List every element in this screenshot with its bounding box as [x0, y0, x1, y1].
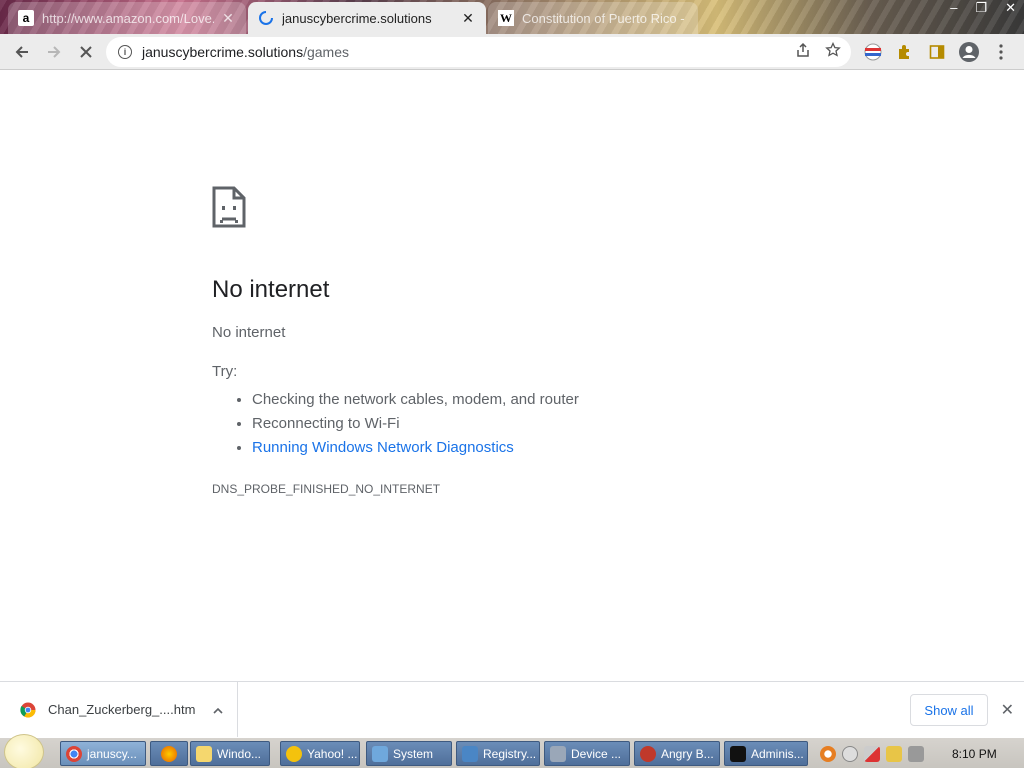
system-tray: 8:10 PM: [812, 740, 1024, 767]
close-tab-icon[interactable]: ✕: [460, 10, 476, 26]
volume-icon[interactable]: [908, 745, 924, 762]
network-diagnostics-link[interactable]: Running Windows Network Diagnostics: [252, 439, 514, 456]
clock[interactable]: 8:10 PM: [952, 747, 997, 761]
folder-icon: [196, 745, 212, 762]
angry-birds-icon: [640, 745, 656, 762]
network-disconnected-icon[interactable]: [864, 745, 880, 762]
minimize-icon[interactable]: –: [950, 0, 957, 16]
amazon-icon: a: [18, 10, 34, 26]
tab-title: http://www.amazon.com/Love...: [42, 10, 214, 26]
url-path: /games: [303, 44, 349, 60]
loading-spinner-icon: [258, 10, 274, 26]
download-item[interactable]: Chan_Zuckerberg_....htm: [0, 681, 238, 738]
task-yahoo[interactable]: Yahoo! ...: [280, 741, 360, 766]
show-all-button[interactable]: Show all: [910, 694, 988, 726]
error-subtitle: No internet: [212, 324, 286, 341]
error-panel: No internet No internet Try: Checking th…: [212, 186, 712, 496]
task-label: Yahoo! ...: [307, 746, 358, 761]
task-label: januscy...: [87, 746, 137, 761]
system-icon: [372, 745, 388, 762]
url-host: januscybercrime.solutions: [142, 44, 304, 60]
command-prompt-icon: [730, 745, 746, 762]
task-system[interactable]: System: [366, 741, 452, 766]
tab-wikipedia[interactable]: W Constitution of Puerto Rico - W: [488, 2, 698, 34]
address-bar[interactable]: i januscybercrime.solutions/games: [106, 37, 851, 67]
task-registry[interactable]: Registry...: [456, 741, 540, 766]
device-manager-icon: [550, 745, 566, 762]
yahoo-messenger-icon: [286, 745, 302, 762]
suggestion-check-cables: Checking the network cables, modem, and …: [252, 388, 712, 412]
tab-amazon[interactable]: a http://www.amazon.com/Love... ✕: [8, 2, 246, 34]
task-label: Registry...: [483, 746, 537, 761]
close-shelf-icon[interactable]: ✕: [1001, 700, 1014, 720]
tab-januscybercrime[interactable]: januscybercrime.solutions ✕: [248, 2, 486, 34]
back-button[interactable]: [6, 36, 38, 68]
puzzle-extensions-icon[interactable]: [894, 41, 916, 63]
suggestion-reconnect-wifi: Reconnecting to Wi-Fi: [252, 412, 712, 436]
registry-icon: [462, 745, 478, 762]
download-shelf: Chan_Zuckerberg_....htm Show all ✕: [0, 681, 1024, 738]
task-firefox[interactable]: [150, 741, 188, 766]
window-controls: – ❐ ✕: [950, 0, 1016, 16]
profile-avatar-icon[interactable]: [958, 41, 980, 63]
side-panel-icon[interactable]: [926, 41, 948, 63]
task-windows[interactable]: Windo...: [190, 741, 270, 766]
status-tray-icon[interactable]: [842, 745, 858, 762]
suggestion-network-diagnostics-item: Running Windows Network Diagnostics: [252, 436, 712, 460]
error-code: DNS_PROBE_FINISHED_NO_INTERNET: [212, 482, 441, 496]
error-title: No internet: [212, 276, 330, 303]
share-icon[interactable]: [795, 42, 811, 62]
page-content: No internet No internet Try: Checking th…: [0, 70, 1024, 681]
search-tray-icon[interactable]: [820, 745, 836, 762]
task-administrator[interactable]: Adminis...: [724, 741, 808, 766]
close-tab-icon[interactable]: ✕: [220, 10, 236, 26]
start-button-icon[interactable]: [4, 734, 44, 768]
chevron-up-icon[interactable]: [213, 703, 223, 717]
flag-extension-icon[interactable]: [862, 41, 884, 63]
try-label: Try:: [212, 363, 238, 380]
forward-button[interactable]: [38, 36, 70, 68]
restore-icon[interactable]: ❐: [975, 0, 987, 16]
task-chrome[interactable]: januscy...: [60, 741, 146, 766]
security-tray-icon[interactable]: [886, 745, 902, 762]
extension-area: [862, 34, 1012, 70]
close-window-icon[interactable]: ✕: [1005, 0, 1016, 16]
firefox-icon: [161, 745, 177, 762]
chrome-icon: [66, 745, 82, 762]
download-filename: Chan_Zuckerberg_....htm: [48, 702, 196, 717]
tab-title: januscybercrime.solutions: [282, 10, 432, 26]
tab-strip: a http://www.amazon.com/Love... ✕ janusc…: [0, 0, 1024, 34]
task-label: Adminis...: [751, 746, 804, 761]
browser-toolbar: i januscybercrime.solutions/games: [0, 34, 1024, 70]
sad-page-icon: [212, 186, 246, 228]
tab-title: Constitution of Puerto Rico - W: [522, 10, 688, 26]
chrome-file-icon: [20, 702, 36, 718]
more-menu-icon[interactable]: [990, 41, 1012, 63]
task-angry-birds[interactable]: Angry B...: [634, 741, 720, 766]
task-label: System: [393, 746, 434, 761]
task-label: Angry B...: [661, 746, 714, 761]
wikipedia-icon: W: [498, 10, 514, 26]
task-device-manager[interactable]: Device ...: [544, 741, 630, 766]
task-label: Windo...: [217, 746, 262, 761]
bookmark-star-icon[interactable]: [825, 41, 841, 62]
task-label: Device ...: [571, 746, 622, 761]
stop-loading-button[interactable]: [70, 36, 102, 68]
site-info-icon[interactable]: i: [118, 45, 132, 59]
os-taskbar: januscy... Windo... Yahoo! ... System Re…: [0, 734, 1024, 768]
suggestion-list: Checking the network cables, modem, and …: [212, 388, 712, 460]
